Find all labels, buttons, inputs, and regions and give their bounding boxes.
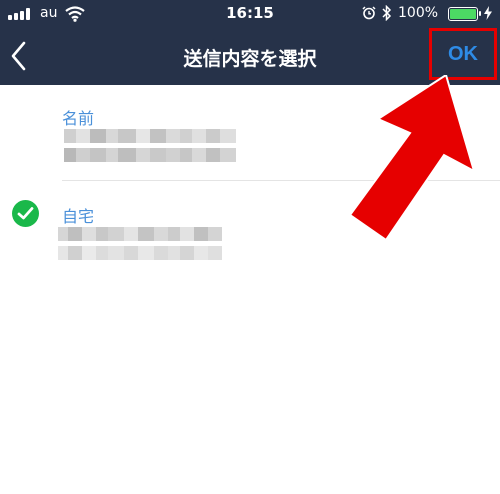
charging-icon xyxy=(484,6,492,20)
field-label-home: 自宅 xyxy=(62,207,95,226)
annotation-arrow-icon xyxy=(348,75,476,240)
alarm-icon xyxy=(362,6,376,20)
battery-percent: 100% xyxy=(398,5,439,21)
checkmark-icon xyxy=(12,200,39,227)
bluetooth-icon xyxy=(382,5,392,21)
page-title: 送信内容を選択 xyxy=(183,48,317,70)
battery-icon xyxy=(448,7,481,21)
redacted-value-home xyxy=(58,227,222,260)
ok-button[interactable]: OK xyxy=(429,28,497,80)
status-bar: au 16:15 100% xyxy=(0,0,500,28)
